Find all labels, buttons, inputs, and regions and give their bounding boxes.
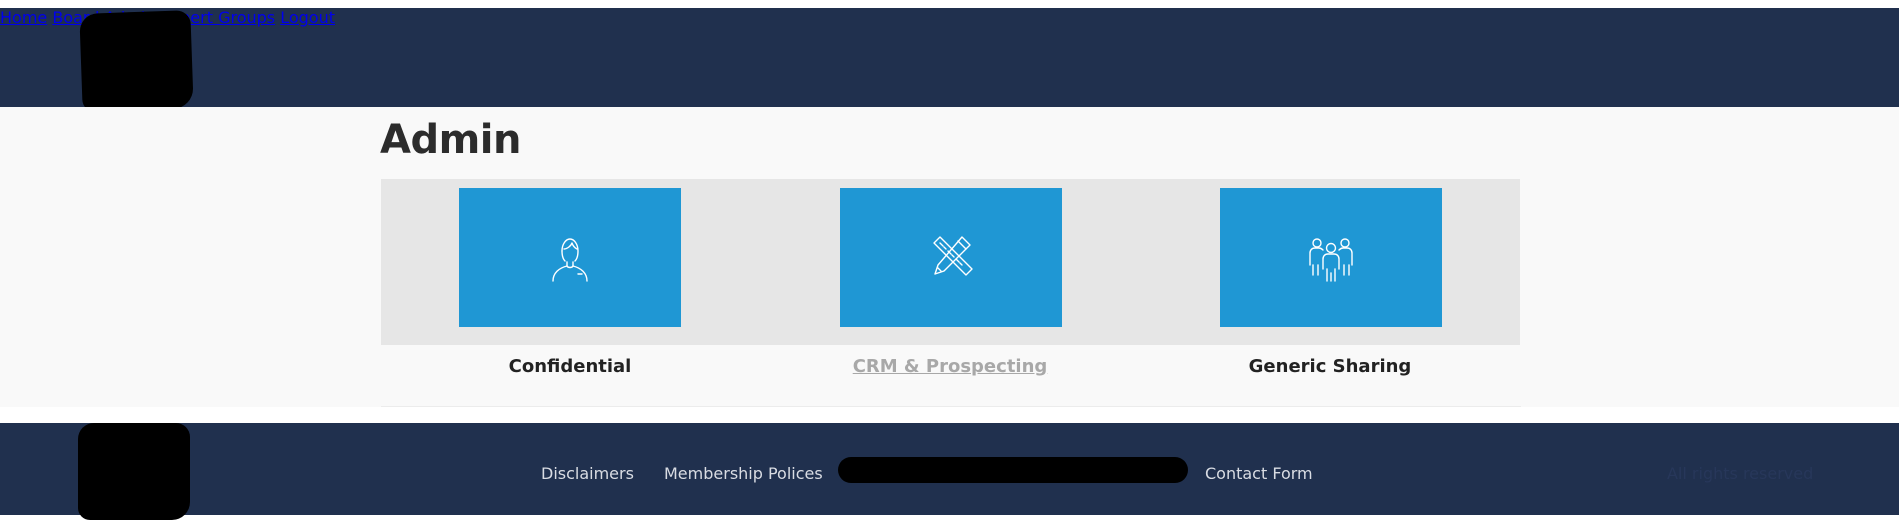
tile-label-confidential[interactable]: Confidential: [420, 356, 720, 377]
pencil-ruler-icon: [933, 235, 973, 276]
page-title: Admin: [380, 117, 521, 163]
site-footer: Disclaimers Membership Polices Contact F…: [0, 423, 1899, 520]
tiles-band: [381, 179, 1520, 345]
tile-confidential[interactable]: [459, 188, 681, 327]
nav-home[interactable]: Home: [0, 8, 47, 27]
group-people-icon: [1309, 237, 1353, 282]
content-divider: [381, 406, 1521, 407]
footer-link-disclaimers[interactable]: Disclaimers: [541, 464, 634, 483]
redacted-logo[interactable]: [79, 10, 194, 112]
tile-crm-prospecting[interactable]: [840, 188, 1062, 327]
main-nav: Home Board Admin Expert Groups Logout: [0, 8, 1899, 27]
tile-label-generic-sharing[interactable]: Generic Sharing: [1180, 356, 1480, 377]
main-content: Admin Confidential CRM & Prospecting Gen…: [0, 107, 1899, 407]
footer-link-contact-form[interactable]: Contact Form: [1205, 464, 1313, 483]
tile-generic-sharing[interactable]: [1220, 188, 1442, 327]
copyright-text: All rights reserved: [1667, 464, 1814, 483]
tile-label-crm-prospecting[interactable]: CRM & Prospecting: [800, 356, 1100, 377]
redacted-footer-link[interactable]: [838, 457, 1188, 483]
woman-user-icon: [552, 237, 588, 282]
site-header: Home Board Admin Expert Groups Logout: [0, 8, 1899, 112]
footer-link-membership-polices[interactable]: Membership Polices: [664, 464, 823, 483]
redacted-footer-logo[interactable]: [78, 423, 190, 520]
nav-logout[interactable]: Logout: [280, 8, 335, 27]
